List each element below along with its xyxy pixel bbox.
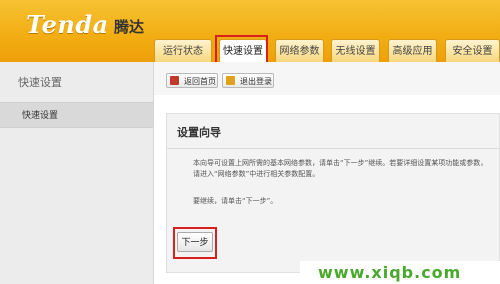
home-button[interactable]: 返回首页 bbox=[166, 73, 218, 88]
home-button-label: 返回首页 bbox=[184, 77, 216, 86]
tenda-logo: Tenda bbox=[26, 10, 109, 39]
main-content: 设置向导 本向导可设置上网所需的基本网络参数，请单击“下一步”继续。若要详细设置… bbox=[154, 95, 500, 284]
tab-status[interactable]: 运行状态 bbox=[154, 39, 212, 62]
tab-network[interactable]: 网络参数 bbox=[275, 39, 324, 62]
logout-icon bbox=[226, 76, 235, 85]
sidebar-item-quick-setup[interactable]: 快速设置 bbox=[0, 102, 153, 128]
tab-security[interactable]: 安全设置 bbox=[445, 39, 500, 62]
wizard-panel: 设置向导 本向导可设置上网所需的基本网络参数，请单击“下一步”继续。若要详细设置… bbox=[166, 113, 500, 273]
tab-advanced[interactable]: 高级应用 bbox=[388, 39, 437, 62]
wizard-description: 本向导可设置上网所需的基本网络参数，请单击“下一步”继续。若要详细设置某项功能或… bbox=[193, 159, 488, 178]
next-button[interactable]: 下一步 bbox=[177, 232, 213, 252]
logout-button[interactable]: 退出登录 bbox=[222, 73, 274, 88]
sidebar: 快速设置 快速设置 bbox=[0, 62, 154, 284]
sidebar-title: 快速设置 bbox=[18, 76, 62, 89]
tab-wireless[interactable]: 无线设置 bbox=[331, 39, 380, 62]
panel-divider bbox=[167, 148, 500, 149]
panel-title: 设置向导 bbox=[177, 126, 221, 139]
tab-highlight-box bbox=[215, 35, 268, 65]
continue-hint: 要继续，请单击“下一步”。 bbox=[193, 197, 278, 205]
watermark-text: www.xiqb.com bbox=[300, 261, 500, 284]
logout-button-label: 退出登录 bbox=[240, 77, 272, 86]
toolbar: 返回首页 退出登录 bbox=[154, 62, 500, 96]
logo-chinese: 腾达 bbox=[114, 18, 145, 36]
home-icon bbox=[170, 76, 179, 85]
